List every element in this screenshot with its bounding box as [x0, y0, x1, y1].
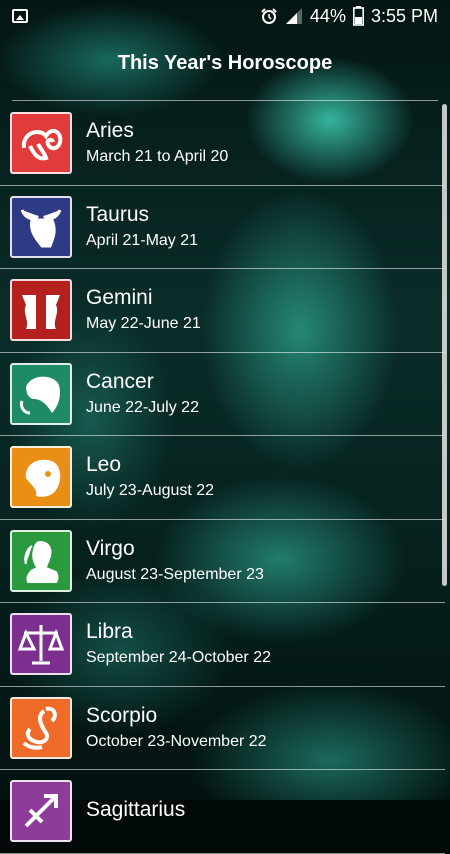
sign-dates: March 21 to April 20: [86, 148, 229, 166]
title-divider: [12, 100, 438, 101]
list-item-aries[interactable]: Aries March 21 to April 20: [0, 102, 445, 186]
gallery-icon: [12, 9, 28, 23]
sign-list: Aries March 21 to April 20 Taurus April …: [0, 102, 445, 854]
list-item-sagittarius[interactable]: Sagittarius: [0, 770, 445, 854]
sign-dates: July 23-August 22: [86, 482, 215, 500]
list-item-gemini[interactable]: Gemini May 22-June 21: [0, 269, 445, 353]
crab-icon: [10, 362, 72, 425]
sign-name: Libra: [86, 620, 133, 644]
bull-icon: [10, 195, 72, 258]
sign-dates: August 23-September 23: [86, 565, 264, 583]
list-item-scorpio[interactable]: Scorpio October 23-November 22: [0, 687, 445, 770]
list-item-taurus[interactable]: Taurus April 21-May 21: [0, 186, 445, 269]
sign-name: Scorpio: [86, 703, 158, 727]
scorpion-icon: [10, 696, 72, 759]
battery-icon: [352, 6, 364, 26]
list-item-leo[interactable]: Leo July 23-August 22: [0, 436, 445, 520]
sign-dates: October 23-November 22: [86, 732, 267, 750]
battery-percent: 44%: [309, 5, 346, 26]
sign-name: Taurus: [86, 202, 150, 226]
sign-name: Gemini: [86, 286, 153, 310]
sign-name: Virgo: [86, 536, 135, 560]
sign-name: Cancer: [86, 369, 154, 393]
alarm-icon: [261, 8, 277, 24]
clock: 3:55 PM: [370, 5, 438, 26]
signal-icon: [285, 8, 302, 24]
lion-icon: [10, 446, 72, 509]
status-bar: 44% 3:55 PM: [0, 0, 450, 32]
sign-dates: September 24-October 22: [86, 649, 271, 667]
archer-icon: [10, 780, 72, 843]
sign-dates: May 22-June 21: [86, 315, 201, 333]
ram-icon: [10, 112, 72, 175]
list-item-virgo[interactable]: Virgo August 23-September 23: [0, 520, 445, 603]
sign-name: Aries: [86, 119, 134, 143]
virgin-icon: [10, 529, 72, 592]
scales-icon: [10, 613, 72, 676]
twins-icon: [10, 279, 72, 342]
scrollbar[interactable]: [442, 104, 447, 586]
page-title: This Year's Horoscope: [117, 52, 333, 74]
sign-name: Leo: [86, 453, 122, 477]
sign-name: Sagittarius: [86, 798, 186, 822]
list-item-libra[interactable]: Libra September 24-October 22: [0, 603, 445, 687]
sign-dates: April 21-May 21: [86, 231, 199, 249]
list-item-cancer[interactable]: Cancer June 22-July 22: [0, 353, 445, 436]
status-right: 44% 3:55 PM: [260, 6, 438, 27]
sign-dates: June 22-July 22: [86, 398, 199, 416]
